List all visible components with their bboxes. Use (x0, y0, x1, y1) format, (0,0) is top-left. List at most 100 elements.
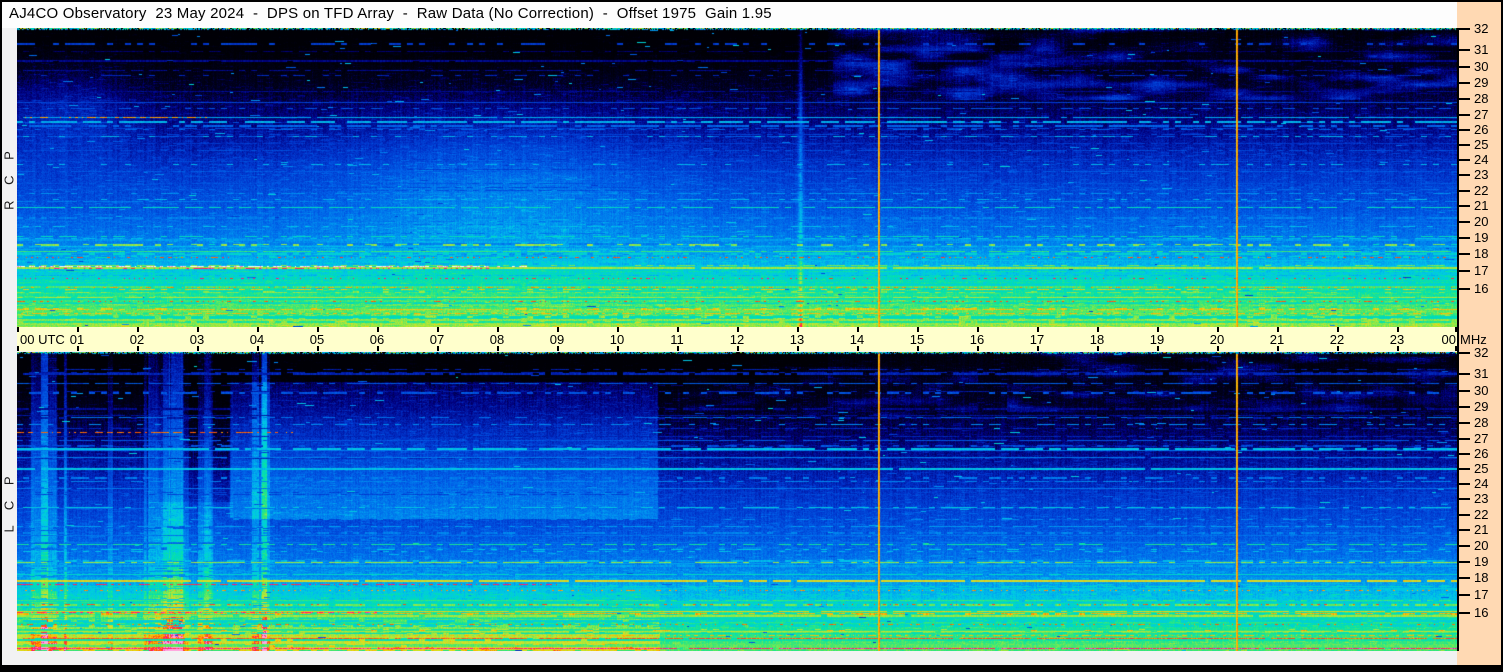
hour-label: 12 (729, 332, 745, 347)
frequency-tick (1459, 453, 1470, 455)
frequency-tick (1459, 498, 1470, 500)
hour-label: 11 (670, 332, 684, 347)
hour-label-start: 00 UTC (20, 332, 65, 347)
hour-label: 21 (1269, 332, 1285, 347)
frequency-tick-label: 24 (1474, 152, 1489, 167)
hour-label: 13 (789, 332, 805, 347)
frequency-tick-label: 32 (1474, 21, 1489, 36)
hour-label: 07 (429, 332, 445, 347)
frequency-tick-label: 21 (1474, 522, 1489, 537)
frequency-tick (1459, 129, 1470, 131)
hour-label: 16 (969, 332, 985, 347)
frequency-tick (1459, 529, 1470, 531)
frequency-tick (1459, 483, 1470, 485)
frequency-tick (1459, 390, 1470, 392)
frequency-tick-label: 27 (1474, 431, 1489, 446)
hour-label: 18 (1089, 332, 1105, 347)
frequency-tick (1459, 422, 1470, 424)
hour-label: 22 (1329, 332, 1345, 347)
hour-label: 04 (249, 332, 265, 347)
frequency-scale: MHz 32 31 30 29 28 27 26 25 24 23 22 21 20 19 18 17 16 32… (1457, 2, 1501, 665)
frequency-tick (1459, 190, 1470, 192)
frequency-tick (1459, 438, 1470, 440)
frequency-tick (1459, 98, 1470, 100)
hour-label: 01 (69, 332, 85, 347)
frequency-tick-label: 17 (1474, 263, 1489, 278)
frequency-tick-label: 30 (1474, 383, 1489, 398)
frequency-tick (1459, 253, 1470, 255)
frequency-tick-label: 18 (1474, 246, 1489, 261)
frequency-tick (1459, 561, 1470, 563)
hour-label: 23 (1389, 332, 1405, 347)
hour-label-end: 00 (1441, 332, 1456, 347)
frequency-tick-label: 26 (1474, 446, 1489, 461)
frequency-tick-label: 23 (1474, 491, 1489, 506)
frequency-tick-label: 22 (1474, 507, 1489, 522)
hour-label: 08 (489, 332, 505, 347)
hour-tick (17, 346, 19, 351)
frequency-tick-label: 28 (1474, 415, 1489, 430)
frequency-tick (1459, 288, 1470, 290)
hour-label: 14 (849, 332, 865, 347)
frequency-tick (1459, 237, 1470, 239)
frequency-tick-label: 18 (1474, 570, 1489, 585)
frequency-tick-label: 22 (1474, 183, 1489, 198)
frequency-tick-label: 25 (1474, 137, 1489, 152)
frequency-tick (1459, 174, 1470, 176)
hour-tick (17, 327, 19, 332)
frequency-tick (1459, 221, 1470, 223)
hour-label: 10 (609, 332, 625, 347)
frequency-tick (1459, 82, 1470, 84)
frequency-tick-label: 20 (1474, 214, 1489, 229)
frequency-tick-label: 28 (1474, 91, 1489, 106)
hour-label: 19 (1149, 332, 1165, 347)
frequency-tick (1459, 545, 1470, 547)
frequency-tick-label: 29 (1474, 399, 1489, 414)
frequency-tick (1459, 114, 1470, 116)
hour-label: 17 (1029, 332, 1045, 347)
hour-label: 03 (189, 332, 205, 347)
frequency-tick (1459, 270, 1470, 272)
hour-label: 20 (1209, 332, 1225, 347)
frequency-tick-label: 19 (1474, 230, 1489, 245)
frequency-tick (1459, 49, 1470, 51)
frequency-tick (1459, 205, 1470, 207)
frequency-tick-label: 20 (1474, 538, 1489, 553)
frequency-axis-line (1457, 28, 1459, 651)
frequency-tick-label: 21 (1474, 198, 1489, 213)
frequency-tick (1459, 468, 1470, 470)
app-window: AJ4CO Observatory 23 May 2024 - DPS on T… (2, 2, 1501, 665)
page-title: AJ4CO Observatory 23 May 2024 - DPS on T… (9, 5, 772, 22)
frequency-tick-label: 16 (1474, 281, 1489, 296)
frequency-tick (1459, 352, 1470, 354)
frequency-tick (1459, 514, 1470, 516)
frequency-tick-label: 24 (1474, 476, 1489, 491)
frequency-tick-label: 19 (1474, 554, 1489, 569)
frequency-tick-label: 26 (1474, 122, 1489, 137)
lcp-spectrogram (17, 352, 1457, 651)
frequency-tick-label: 29 (1474, 75, 1489, 90)
hour-label: 05 (309, 332, 325, 347)
frequency-tick-label: 32 (1474, 345, 1489, 360)
frequency-tick-label: 30 (1474, 59, 1489, 74)
frequency-tick (1459, 66, 1470, 68)
frequency-tick (1459, 577, 1470, 579)
frequency-tick-label: 31 (1474, 366, 1489, 381)
frequency-tick-label: 17 (1474, 587, 1489, 602)
frequency-tick (1459, 406, 1470, 408)
frequency-tick-label: 16 (1474, 605, 1489, 620)
frequency-tick-label: 23 (1474, 167, 1489, 182)
title-bar: AJ4CO Observatory 23 May 2024 - DPS on T… (2, 2, 1457, 28)
frequency-tick-label: 31 (1474, 42, 1489, 57)
hour-label: 09 (549, 332, 565, 347)
hour-label: 02 (129, 332, 145, 347)
frequency-tick-label: 27 (1474, 107, 1489, 122)
time-axis: 00 UTC 01 02 03 04 05 06 07 08 09 10 11 12 13 14 15 16 17… (17, 327, 1457, 351)
frequency-tick (1459, 144, 1470, 146)
frequency-tick (1459, 612, 1470, 614)
frequency-tick (1459, 373, 1470, 375)
frequency-tick (1459, 28, 1470, 30)
frequency-tick (1459, 159, 1470, 161)
hour-label: 06 (369, 332, 385, 347)
frequency-tick-label: 25 (1474, 461, 1489, 476)
